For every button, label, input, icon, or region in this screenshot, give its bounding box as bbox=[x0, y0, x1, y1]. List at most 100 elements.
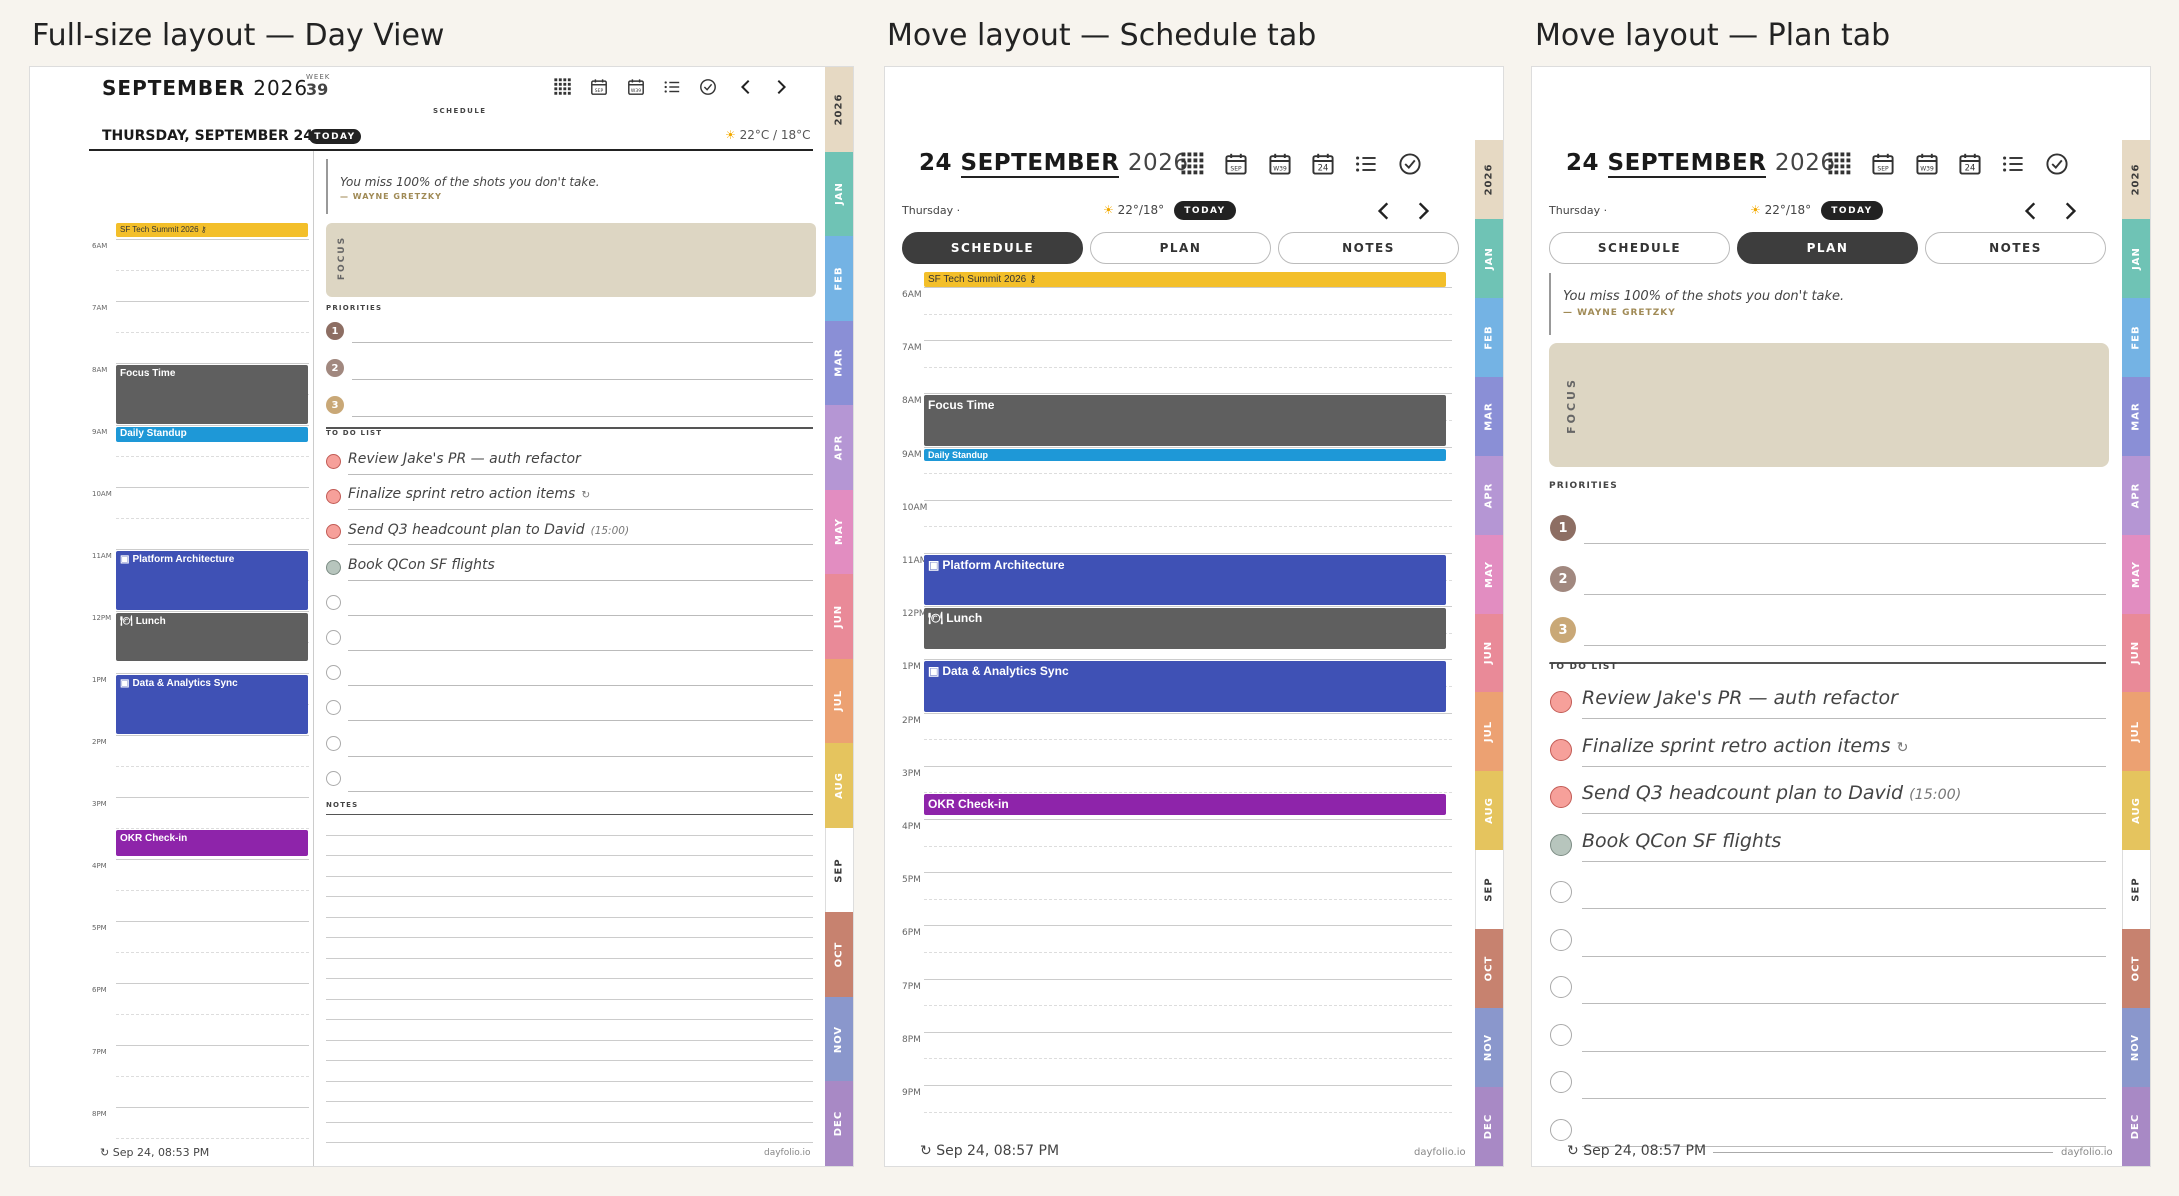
todo-checkbox[interactable] bbox=[1550, 691, 1572, 713]
calendar-month-icon[interactable]: SEP bbox=[1224, 152, 1248, 176]
month-tab-apr[interactable]: APR bbox=[825, 405, 853, 490]
grid-icon[interactable] bbox=[554, 78, 572, 96]
todo-checkbox[interactable] bbox=[1550, 786, 1572, 808]
month-tab-oct[interactable]: OCT bbox=[1475, 929, 1503, 1009]
priority-line[interactable] bbox=[1584, 594, 2106, 595]
month-tab-aug[interactable]: AUG bbox=[825, 743, 853, 828]
month-tab-oct[interactable]: OCT bbox=[825, 912, 853, 997]
calendar-day-icon[interactable]: 24 bbox=[1311, 152, 1335, 176]
month-tab-jan[interactable]: JAN bbox=[825, 151, 853, 237]
today-badge[interactable]: TODAY bbox=[1174, 201, 1236, 220]
notes-line[interactable] bbox=[326, 1080, 813, 1082]
year-tab[interactable]: 2026 bbox=[825, 67, 853, 152]
priority-line[interactable] bbox=[1584, 645, 2106, 646]
notes-line[interactable] bbox=[326, 916, 813, 918]
todo-checkbox[interactable] bbox=[326, 454, 341, 469]
month-tab-apr[interactable]: APR bbox=[1475, 455, 1503, 535]
month-tab-jul[interactable]: JUL bbox=[1475, 692, 1503, 772]
month-tab-mar[interactable]: MAR bbox=[2122, 376, 2150, 456]
todo-item[interactable]: Finalize sprint retro action items ↻ bbox=[348, 486, 590, 502]
notes-line[interactable] bbox=[326, 896, 813, 897]
month-tab-nov[interactable]: NOV bbox=[1475, 1008, 1503, 1088]
todo-checkbox[interactable] bbox=[326, 665, 341, 681]
notes-line[interactable] bbox=[326, 998, 813, 1000]
event-okr-check-in[interactable]: OKR Check-in bbox=[116, 830, 308, 856]
calendar-week-icon[interactable]: W39 bbox=[627, 78, 645, 96]
chevron-left-icon[interactable] bbox=[2020, 200, 2042, 222]
list-icon[interactable] bbox=[2001, 152, 2025, 176]
tab-notes[interactable]: NOTES bbox=[1925, 232, 2106, 264]
month-tab-mar[interactable]: MAR bbox=[1475, 376, 1503, 456]
notes-line[interactable] bbox=[326, 957, 813, 959]
month-tab-aug[interactable]: AUG bbox=[1475, 771, 1503, 851]
tab-schedule[interactable]: SCHEDULE bbox=[902, 232, 1083, 264]
event-data-analytics-sync[interactable]: ▣ Data & Analytics Sync bbox=[924, 661, 1446, 712]
todo-checkbox[interactable] bbox=[326, 489, 341, 505]
todo-checkbox[interactable] bbox=[1550, 928, 1572, 951]
calendar-month-icon[interactable]: SEP bbox=[590, 78, 608, 96]
event-focus-time[interactable]: Focus Time bbox=[924, 395, 1446, 446]
month-tab-jun[interactable]: JUN bbox=[2122, 613, 2150, 693]
notes-line[interactable] bbox=[326, 855, 813, 856]
notes-line[interactable] bbox=[326, 1039, 813, 1041]
todo-checkbox[interactable] bbox=[326, 559, 341, 575]
todo-item[interactable]: Book QCon SF flights bbox=[348, 557, 495, 573]
todo-item[interactable]: Send Q3 headcount plan to David (15:00) bbox=[348, 522, 629, 538]
chevron-right-icon[interactable] bbox=[772, 78, 790, 96]
todo-item[interactable]: Send Q3 headcount plan to David (15:00) bbox=[1582, 782, 1961, 804]
calendar-week-icon[interactable]: W39 bbox=[1268, 152, 1292, 176]
month-tab-jul[interactable]: JUL bbox=[2122, 692, 2150, 772]
month-tab-jan[interactable]: JAN bbox=[1475, 218, 1503, 298]
month-tab-apr[interactable]: APR bbox=[2122, 455, 2150, 535]
priority-line[interactable] bbox=[352, 379, 813, 380]
notes-line[interactable] bbox=[326, 1101, 813, 1102]
priority-line[interactable] bbox=[352, 342, 813, 343]
todo-checkbox[interactable] bbox=[326, 524, 341, 540]
event-platform-architecture[interactable]: ▣ Platform Architecture bbox=[116, 551, 308, 610]
month-tab-feb[interactable]: FEB bbox=[2122, 297, 2150, 377]
chevron-left-icon[interactable] bbox=[737, 78, 755, 96]
tab-notes[interactable]: NOTES bbox=[1278, 232, 1459, 264]
priority-line[interactable] bbox=[1584, 543, 2106, 544]
calendar-month-icon[interactable]: SEP bbox=[1871, 152, 1895, 176]
month-tab-dec[interactable]: DEC bbox=[825, 1081, 853, 1166]
notes-line[interactable] bbox=[326, 834, 813, 836]
todo-checkbox[interactable] bbox=[1550, 833, 1572, 856]
todo-item[interactable]: Book QCon SF flights bbox=[1582, 830, 1781, 852]
list-icon[interactable] bbox=[663, 78, 681, 96]
event-okr-check-in[interactable]: OKR Check-in bbox=[924, 794, 1446, 816]
todo-checkbox[interactable] bbox=[326, 594, 341, 610]
todo-checkbox[interactable] bbox=[1550, 1118, 1572, 1141]
month-tab-aug[interactable]: AUG bbox=[2122, 771, 2150, 851]
notes-line[interactable] bbox=[326, 814, 813, 815]
notes-line[interactable] bbox=[326, 875, 813, 877]
calendar-week-icon[interactable]: W39 bbox=[1915, 152, 1939, 176]
month-tab-feb[interactable]: FEB bbox=[1475, 297, 1503, 377]
month-tab-jul[interactable]: JUL bbox=[825, 658, 853, 744]
month-tab-jun[interactable]: JUN bbox=[1475, 613, 1503, 693]
todo-checkbox[interactable] bbox=[326, 700, 341, 716]
grid-icon[interactable] bbox=[1828, 152, 1852, 176]
month-tab-mar[interactable]: MAR bbox=[825, 320, 853, 406]
todo-item[interactable]: Finalize sprint retro action items ↻ bbox=[1582, 735, 1908, 757]
month-tab-may[interactable]: MAY bbox=[1475, 534, 1503, 614]
month-tab-jun[interactable]: JUN bbox=[825, 574, 853, 659]
list-icon[interactable] bbox=[1354, 152, 1378, 176]
month-tab-dec[interactable]: DEC bbox=[1475, 1087, 1503, 1166]
todo-item[interactable]: Review Jake's PR — auth refactor bbox=[1582, 687, 1898, 709]
priority-line[interactable] bbox=[352, 416, 813, 417]
focus-box[interactable]: FOCUS bbox=[1549, 343, 2109, 467]
calendar-day-icon[interactable]: 24 bbox=[1958, 152, 1982, 176]
chevron-right-icon[interactable] bbox=[2059, 200, 2081, 222]
tab-plan[interactable]: PLAN bbox=[1737, 232, 1918, 264]
check-circle-icon[interactable] bbox=[1398, 152, 1422, 176]
grid-icon[interactable] bbox=[1181, 152, 1205, 176]
event-focus-time[interactable]: Focus Time bbox=[116, 365, 308, 424]
todo-checkbox[interactable] bbox=[1550, 1023, 1572, 1046]
allday-event[interactable]: SF Tech Summit 2026 ⚷ bbox=[924, 272, 1446, 287]
event-lunch[interactable]: 🍽 Lunch bbox=[116, 613, 308, 662]
todo-checkbox[interactable] bbox=[1550, 1071, 1572, 1093]
todo-checkbox[interactable] bbox=[326, 735, 341, 751]
notes-line[interactable] bbox=[326, 1121, 813, 1123]
event-platform-architecture[interactable]: ▣ Platform Architecture bbox=[924, 555, 1446, 606]
